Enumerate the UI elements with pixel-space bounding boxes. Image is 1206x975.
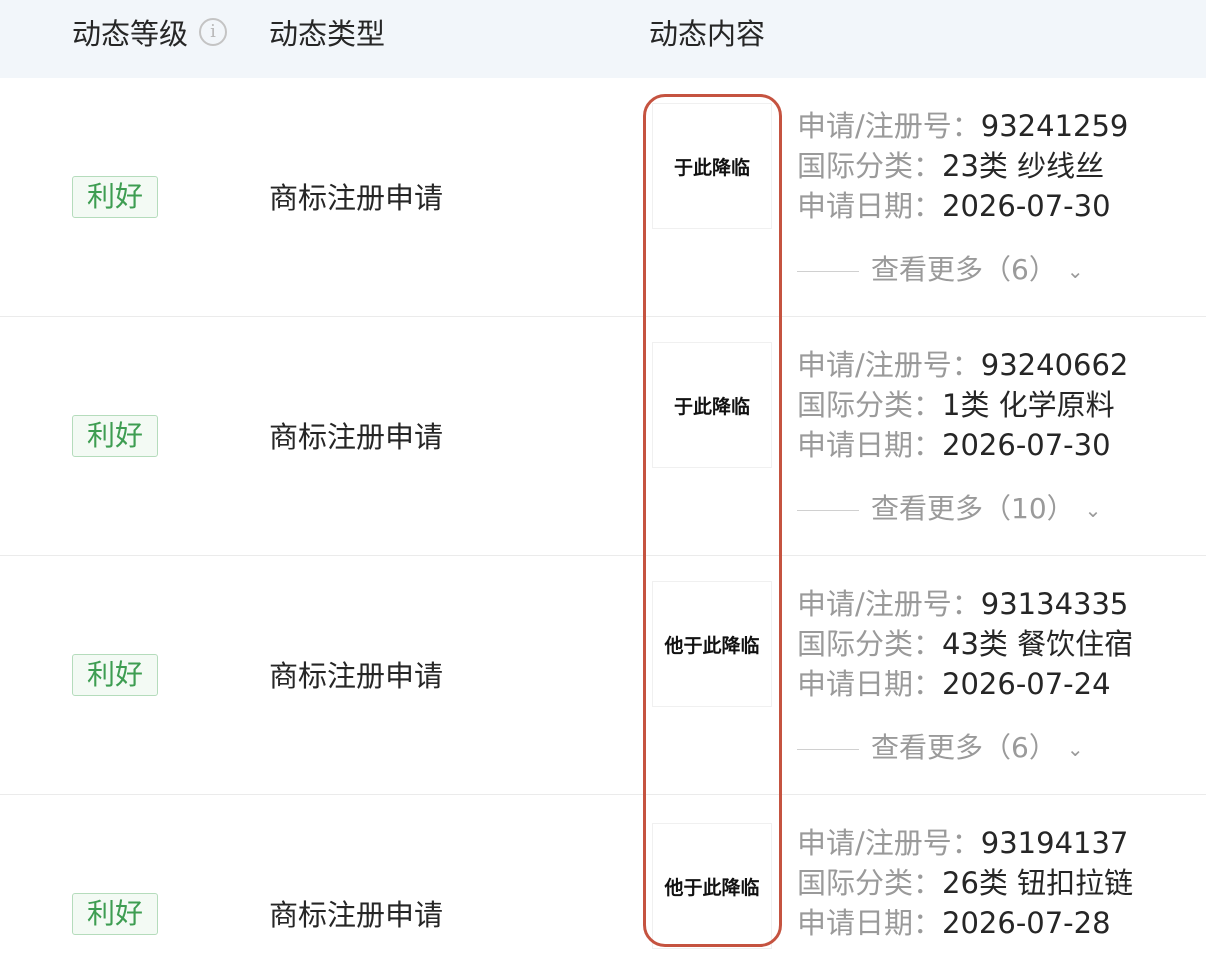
divider-line bbox=[797, 270, 859, 272]
info-icon[interactable]: i bbox=[199, 18, 227, 46]
level-badge: 利好 bbox=[72, 654, 158, 696]
trademark-text: 他于此降临 bbox=[664, 634, 760, 657]
class-value: 43类 餐饮住宿 bbox=[942, 627, 1134, 661]
application-date: 2026-07-30 bbox=[942, 189, 1111, 223]
trademark-text: 于此降临 bbox=[673, 156, 750, 179]
level-badge: 利好 bbox=[72, 176, 158, 218]
application-number: 93241259 bbox=[980, 109, 1129, 143]
application-number-label: 申请/注册号： bbox=[797, 109, 981, 143]
dynamic-type: 商标注册申请 bbox=[269, 420, 444, 454]
dynamic-type: 商标注册申请 bbox=[269, 659, 444, 693]
application-date: 2026-07-30 bbox=[942, 428, 1111, 462]
chevron-down-icon: ⌄ bbox=[1084, 498, 1102, 522]
class-value: 23类 纱线丝 bbox=[942, 149, 1105, 183]
date-label: 申请日期： bbox=[797, 667, 943, 701]
view-more-button[interactable]: 查看更多（6） ⌄ bbox=[797, 728, 1084, 768]
divider-line bbox=[797, 509, 859, 511]
class-value: 1类 化学原料 bbox=[942, 388, 1115, 422]
view-more-button[interactable]: 查看更多（6） ⌄ bbox=[797, 250, 1084, 290]
application-number-label: 申请/注册号： bbox=[797, 348, 981, 382]
table-header: 动态等级 i 动态类型 动态内容 bbox=[0, 0, 1206, 78]
date-label: 申请日期： bbox=[797, 189, 943, 223]
application-date: 2026-07-24 bbox=[942, 667, 1111, 701]
trademark-details: 申请/注册号：93134335 国际分类：43类 餐饮住宿 申请日期：2026-… bbox=[797, 584, 1206, 704]
trademark-details: 申请/注册号：93194137 国际分类：26类 钮扣拉链 申请日期：2026-… bbox=[797, 823, 1206, 943]
trademark-image[interactable]: 他于此降临 bbox=[652, 581, 772, 707]
application-number-label: 申请/注册号： bbox=[797, 587, 981, 621]
class-label: 国际分类： bbox=[797, 866, 943, 900]
level-badge: 利好 bbox=[72, 893, 158, 935]
view-more-label: 查看更多（6） bbox=[871, 731, 1057, 764]
table-row: 利好 商标注册申请 他于此降临 申请/注册号：93134335 国际分类：43类… bbox=[0, 556, 1206, 795]
application-number: 93240662 bbox=[980, 348, 1129, 382]
table-row: 利好 商标注册申请 于此降临 申请/注册号：93240662 国际分类：1类 化… bbox=[0, 317, 1206, 556]
date-label: 申请日期： bbox=[797, 428, 943, 462]
application-date: 2026-07-28 bbox=[942, 906, 1111, 940]
application-number-label: 申请/注册号： bbox=[797, 826, 981, 860]
view-more-label: 查看更多（10） bbox=[871, 492, 1075, 525]
chevron-down-icon: ⌄ bbox=[1066, 259, 1084, 283]
table-row: 利好 商标注册申请 于此降临 申请/注册号：93241259 国际分类：23类 … bbox=[0, 78, 1206, 317]
trademark-text: 他于此降临 bbox=[664, 876, 760, 899]
class-value: 26类 钮扣拉链 bbox=[942, 866, 1134, 900]
dynamic-type: 商标注册申请 bbox=[269, 181, 444, 215]
column-header-level: 动态等级 bbox=[72, 17, 189, 51]
dynamic-type: 商标注册申请 bbox=[269, 898, 444, 932]
date-label: 申请日期： bbox=[797, 906, 943, 940]
trademark-details: 申请/注册号：93241259 国际分类：23类 纱线丝 申请日期：2026-0… bbox=[797, 106, 1206, 226]
view-more-label: 查看更多（6） bbox=[871, 253, 1057, 286]
trademark-image[interactable]: 于此降临 bbox=[652, 103, 772, 229]
trademark-text: 于此降临 bbox=[673, 395, 750, 418]
class-label: 国际分类： bbox=[797, 627, 943, 661]
trademark-image[interactable]: 于此降临 bbox=[652, 342, 772, 468]
class-label: 国际分类： bbox=[797, 388, 943, 422]
application-number: 93134335 bbox=[980, 587, 1129, 621]
chevron-down-icon: ⌄ bbox=[1066, 737, 1084, 761]
trademark-details: 申请/注册号：93240662 国际分类：1类 化学原料 申请日期：2026-0… bbox=[797, 345, 1206, 465]
level-badge: 利好 bbox=[72, 415, 158, 457]
column-header-content: 动态内容 bbox=[649, 17, 766, 51]
divider-line bbox=[797, 748, 859, 750]
application-number: 93194137 bbox=[980, 826, 1129, 860]
trademark-image[interactable]: 他于此降临 bbox=[652, 823, 772, 949]
table-row: 利好 商标注册申请 他于此降临 申请/注册号：93194137 国际分类：26类… bbox=[0, 795, 1206, 975]
class-label: 国际分类： bbox=[797, 149, 943, 183]
view-more-button[interactable]: 查看更多（10） ⌄ bbox=[797, 489, 1101, 529]
column-header-type: 动态类型 bbox=[269, 17, 386, 51]
